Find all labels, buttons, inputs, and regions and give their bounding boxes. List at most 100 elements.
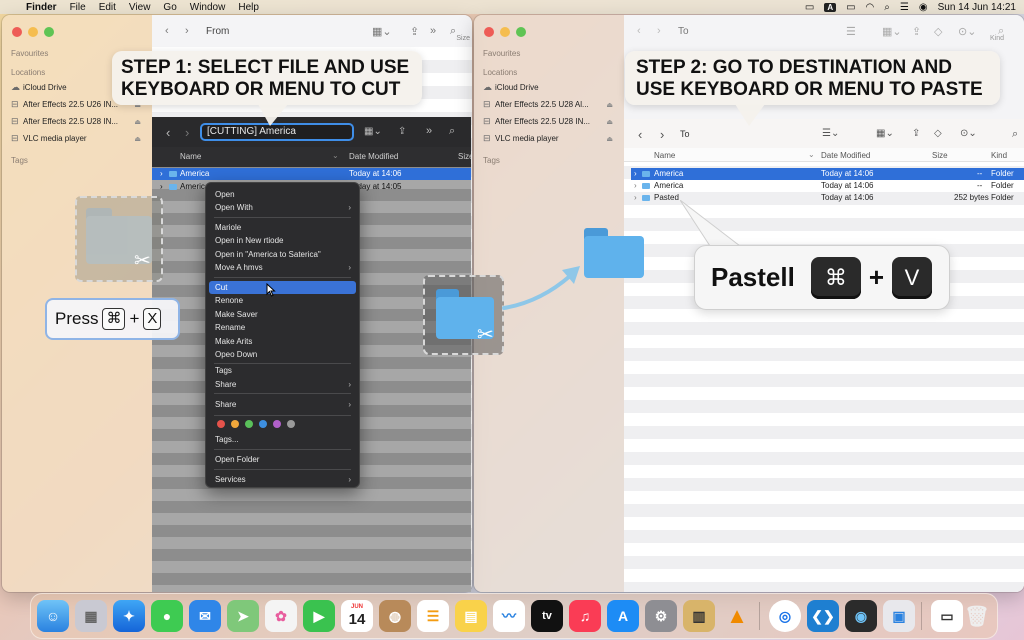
contacts-icon[interactable]: ◍ (379, 600, 411, 632)
disclosure-icon[interactable]: › (160, 169, 163, 178)
facetime-icon[interactable]: ▶ (303, 600, 335, 632)
size-column-header[interactable]: Size (456, 35, 470, 42)
siri-icon[interactable]: ◉ (919, 2, 928, 13)
more-options-icon[interactable]: ⊙⌄ (960, 128, 977, 139)
share-icon[interactable]: ⇪ (912, 128, 920, 139)
view-options-icon[interactable]: ▦⌄ (372, 25, 392, 38)
sidebar-item-ae-1[interactable]: ⊟ After Effects 22.5 U28 Al... ⏏ (483, 99, 615, 110)
tag-color-red[interactable] (217, 420, 225, 428)
screen-mirror-icon[interactable]: ▭ (805, 2, 814, 13)
menu-item-services[interactable]: Services › (209, 473, 356, 486)
folder-icon[interactable] (584, 228, 644, 278)
trash-icon[interactable]: 🗑 (961, 600, 993, 632)
tag-color-blue[interactable] (259, 420, 267, 428)
share-icon[interactable]: ⇪ (410, 25, 419, 38)
date-column-header[interactable]: Date Modified (821, 151, 870, 160)
freeform-icon[interactable]: 〰 (493, 600, 525, 632)
menu-item-open-with[interactable]: Open With › (209, 201, 356, 214)
input-source-badge[interactable]: A (824, 2, 837, 12)
menu-item-cut[interactable]: Cut (209, 281, 356, 294)
zoom-button[interactable] (516, 27, 526, 37)
quicktime-icon[interactable]: ◉ (845, 600, 877, 632)
tag-color-orange[interactable] (231, 420, 239, 428)
back-icon[interactable]: ‹ (165, 25, 169, 37)
minimize-button[interactable] (500, 27, 510, 37)
menu-item-make-saver[interactable]: Make Saver (209, 308, 356, 321)
menu-item-open-folder[interactable]: Open Folder (209, 453, 356, 466)
view-options-icon[interactable]: ▦⌄ (364, 126, 382, 137)
preview-icon[interactable]: ▣ (883, 600, 915, 632)
safari-icon[interactable]: ✦ (113, 600, 145, 632)
archive-icon[interactable]: ▥ (683, 600, 715, 632)
downloads-stack-icon[interactable]: ▭ (931, 600, 963, 632)
music-icon[interactable]: ♫ (569, 600, 601, 632)
size-column-header[interactable]: Size (932, 151, 948, 160)
sidebar-item-vlc[interactable]: ⊟ VLC media player ⏏ (11, 133, 143, 144)
forward-icon[interactable]: › (185, 25, 189, 37)
system-settings-icon[interactable]: ⚙ (645, 600, 677, 632)
menu-item-renone[interactable]: Renone (209, 294, 356, 307)
notes-icon[interactable]: ▤ (455, 600, 487, 632)
more-icon[interactable]: » (430, 25, 436, 37)
menu-item-mariole[interactable]: Mariole (209, 221, 356, 234)
more-icon[interactable]: » (426, 125, 432, 137)
table-row[interactable]: › America Today at 14:06 -- Folder (631, 168, 1024, 180)
sort-chevron-icon[interactable]: ⌄ (332, 151, 339, 160)
control-center-icon[interactable]: ☰ (900, 2, 909, 13)
tag-icon[interactable]: ◇ (934, 25, 942, 38)
disclosure-icon[interactable]: › (634, 193, 637, 202)
photos-icon[interactable]: ✿ (265, 600, 297, 632)
kind-column-header-top[interactable]: Kind (990, 35, 1004, 42)
search-icon[interactable]: ⌕ (1012, 128, 1018, 141)
more-options-icon[interactable]: ⊙⌄ (958, 25, 976, 38)
forward-icon[interactable]: › (657, 25, 661, 37)
tag-color-gray[interactable] (287, 420, 295, 428)
menu-item-make-arits[interactable]: Make Arits (209, 335, 356, 348)
list-view-icon[interactable]: ☰ (846, 25, 856, 38)
menu-item-open[interactable]: Open (209, 188, 356, 201)
tag-color-purple[interactable] (273, 420, 281, 428)
menu-item-open-in[interactable]: Open in "America to Saterica" (209, 248, 356, 261)
menu-view[interactable]: View (129, 2, 151, 13)
close-button[interactable] (12, 27, 22, 37)
menu-go[interactable]: Go (163, 2, 176, 13)
launchpad-icon[interactable]: ▦ (75, 600, 107, 632)
zoom-button[interactable] (44, 27, 54, 37)
menu-app-finder[interactable]: Finder (26, 2, 57, 13)
list-view-icon[interactable]: ☰⌄ (822, 128, 839, 139)
vscode-icon[interactable]: ❮❯ (807, 600, 839, 632)
eject-icon[interactable]: ⏏ (606, 118, 613, 126)
name-column-header[interactable]: Name (180, 152, 201, 161)
minimize-button[interactable] (28, 27, 38, 37)
eject-icon[interactable]: ⏏ (606, 101, 613, 109)
menu-file[interactable]: File (70, 2, 86, 13)
sidebar-item-ae-2[interactable]: ⊟ After Effects 22.5 U28 IN... ⏏ (11, 116, 143, 127)
back-icon[interactable]: ‹ (637, 25, 641, 37)
menu-item-tags-ellipsis[interactable]: Tags... (209, 433, 356, 446)
sidebar-item-ae-2[interactable]: ⊟ After Effects 22.5 U28 IN... ⏏ (483, 116, 615, 127)
menu-edit[interactable]: Edit (99, 2, 116, 13)
chrome-icon[interactable]: ◎ (769, 600, 801, 632)
share-icon[interactable]: ⇪ (398, 126, 406, 137)
calendar-icon[interactable]: JUN 14 (341, 600, 373, 632)
grid-view-icon[interactable]: ▦⌄ (876, 128, 894, 139)
battery-icon[interactable]: ▭ (846, 2, 855, 13)
tag-icon[interactable]: ◇ (934, 128, 942, 139)
sort-chevron-icon[interactable]: ⌄ (808, 150, 815, 159)
messages-icon[interactable]: ● (151, 600, 183, 632)
forward-icon[interactable]: › (185, 125, 189, 140)
mail-icon[interactable]: ✉ (189, 600, 221, 632)
disclosure-icon[interactable]: › (634, 169, 637, 178)
table-row[interactable]: › America Today at 14:06 (152, 168, 471, 180)
search-icon[interactable]: ⌕ (884, 2, 890, 13)
menu-item-opeo-down[interactable]: Opeo Down (209, 348, 356, 361)
menu-window[interactable]: Window (190, 2, 226, 13)
share-icon[interactable]: ⇪ (912, 25, 921, 38)
reminders-icon[interactable]: ☰ (417, 600, 449, 632)
eject-icon[interactable]: ⏏ (134, 135, 141, 143)
table-row[interactable]: › America Today at 14:06 -- Folder (631, 180, 1024, 192)
disclosure-icon[interactable]: › (160, 182, 163, 191)
eject-icon[interactable]: ⏏ (134, 118, 141, 126)
date-column-header[interactable]: Date Modified (349, 152, 398, 161)
menu-help[interactable]: Help (238, 2, 259, 13)
